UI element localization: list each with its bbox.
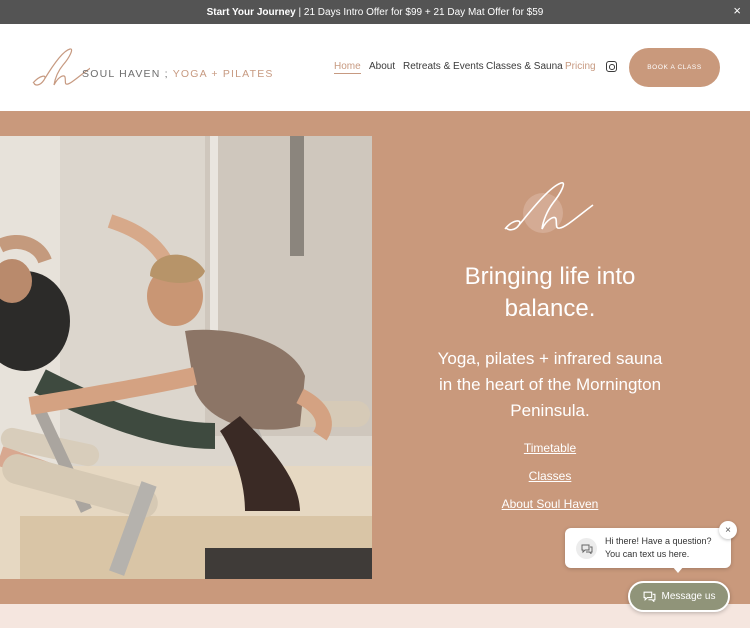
announcement-text: Start Your Journey | 21 Days Intro Offer… (206, 6, 544, 18)
nav-about[interactable]: About (369, 61, 395, 72)
site-logo[interactable]: SOUL HAVEN ; YOGA + PILATES (30, 45, 272, 91)
book-a-class-button[interactable]: BOOK A CLASS (629, 48, 720, 87)
sh-monogram-icon (504, 182, 594, 233)
chat-message: Hi there! Have a question? You can text … (605, 536, 712, 559)
announcement-bar: Start Your Journey | 21 Days Intro Offer… (0, 0, 750, 24)
chat-icon (576, 538, 597, 559)
chat-prompt-bubble[interactable]: Hi there! Have a question? You can text … (565, 528, 731, 568)
logo-text: SOUL HAVEN ; YOGA + PILATES (82, 68, 274, 80)
nav-home[interactable]: Home (334, 61, 361, 74)
instagram-icon[interactable] (606, 61, 617, 72)
nav-pricing[interactable]: Pricing (565, 61, 596, 72)
link-timetable[interactable]: Timetable (460, 441, 640, 455)
hero-photo (0, 136, 372, 579)
chat-close-icon[interactable]: × (719, 521, 737, 539)
message-us-button[interactable]: Message us (628, 581, 730, 612)
sh-monogram-icon (32, 48, 90, 86)
link-classes[interactable]: Classes (460, 469, 640, 483)
chat-icon (643, 591, 655, 602)
site-header: SOUL HAVEN ; YOGA + PILATES Home About R… (0, 24, 750, 111)
nav-classes-sauna[interactable]: Classes & Sauna (486, 61, 563, 72)
announcement-close-icon[interactable]: × (733, 3, 741, 19)
hero-tagline: Bringing life into balance. (464, 263, 636, 322)
link-about-soul-haven[interactable]: About Soul Haven (460, 497, 640, 511)
chat-bubble-tail (672, 566, 684, 573)
nav-retreats-events[interactable]: Retreats & Events (403, 61, 484, 72)
message-us-label: Message us (661, 591, 716, 602)
hero-subline: Yoga, pilates + infrared sauna in the he… (437, 349, 663, 420)
